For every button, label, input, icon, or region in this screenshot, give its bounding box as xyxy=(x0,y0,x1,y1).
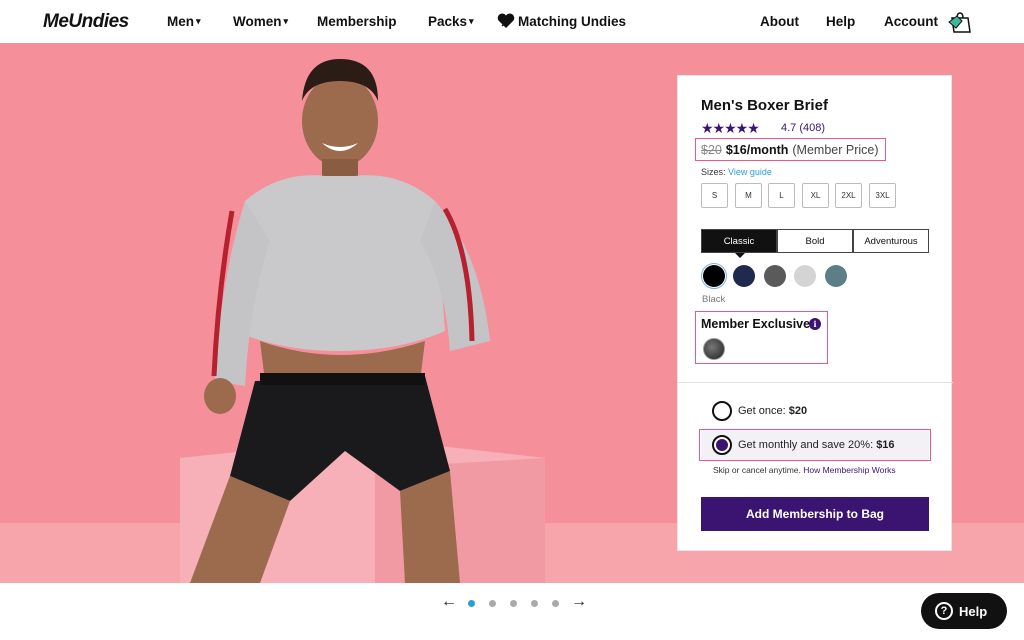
member-exclusive-label: Member Exclusive xyxy=(701,317,811,331)
nav-women[interactable]: Women ▾ xyxy=(233,14,288,29)
tab-bold[interactable]: Bold xyxy=(777,229,853,253)
size-button-l[interactable]: L xyxy=(768,183,795,208)
color-swatch-black[interactable] xyxy=(703,265,725,287)
nav-about[interactable]: About xyxy=(760,14,799,29)
price-note: (Member Price) xyxy=(792,143,879,157)
carousel-dot-1[interactable] xyxy=(468,600,475,607)
how-membership-works-link[interactable]: How Membership Works xyxy=(803,465,895,475)
arrow-left-icon[interactable]: ← xyxy=(441,593,457,611)
nav-membership[interactable]: Membership xyxy=(317,14,397,29)
color-swatch-exclusive[interactable] xyxy=(703,338,725,360)
color-swatch-light-gray[interactable] xyxy=(794,265,816,287)
skip-note: Skip or cancel anytime. How Membership W… xyxy=(713,465,896,475)
size-button-3xl[interactable]: 3XL xyxy=(869,183,896,208)
color-swatch-navy[interactable] xyxy=(733,265,755,287)
divider xyxy=(678,382,953,383)
tab-classic[interactable]: Classic xyxy=(701,229,777,253)
heart-icon xyxy=(497,13,515,28)
color-swatch-teal[interactable] xyxy=(825,265,847,287)
top-nav: MeUndies Men ▾ Women ▾ Membership Packs ▾ M… xyxy=(0,0,1024,43)
selected-color-name: Black xyxy=(702,294,726,305)
nav-help[interactable]: Help xyxy=(826,14,855,29)
price: $20 $16/month (Member Price) xyxy=(701,143,879,157)
nav-packs[interactable]: Packs ▾ xyxy=(428,14,474,29)
question-icon: ? xyxy=(935,602,953,620)
rating-summary[interactable]: 4.7 (408) xyxy=(781,122,825,134)
arrow-right-icon[interactable]: → xyxy=(571,593,587,611)
radio-get-monthly[interactable] xyxy=(712,435,732,455)
rating-stars: ★★★★★ xyxy=(701,120,760,136)
radio-get-once[interactable] xyxy=(712,401,732,421)
member-price: $16/month xyxy=(725,143,789,157)
size-button-s[interactable]: S xyxy=(701,183,728,208)
old-price: $20 xyxy=(701,143,722,157)
carousel-dot-2[interactable] xyxy=(489,600,496,607)
style-tabs: Classic Bold Adventurous xyxy=(701,229,929,253)
model-photo xyxy=(190,59,490,583)
option-get-monthly[interactable]: Get monthly and save 20%: $16 xyxy=(738,439,895,451)
tab-pointer xyxy=(735,253,745,258)
tab-adventurous[interactable]: Adventurous xyxy=(853,229,929,253)
size-guide-link[interactable]: View guide xyxy=(728,167,772,177)
nav-matching-undies[interactable]: Matching Undies xyxy=(496,11,626,31)
help-chat-button[interactable]: ? Help xyxy=(921,593,1007,629)
color-swatch-charcoal[interactable] xyxy=(764,265,786,287)
option-get-once[interactable]: Get once: $20 xyxy=(738,405,807,417)
size-button-2xl[interactable]: 2XL xyxy=(835,183,862,208)
shopping-bag-icon[interactable] xyxy=(948,10,974,34)
info-icon[interactable]: i xyxy=(809,318,821,330)
product-card: Men's Boxer Brief ★★★★★ 4.7 (408) $20 $16… xyxy=(677,75,953,551)
carousel-bar xyxy=(0,583,1024,640)
carousel-dot-5[interactable] xyxy=(552,600,559,607)
chevron-down-icon: ▾ xyxy=(469,16,474,26)
sizes-label: Sizes: View guide xyxy=(701,167,772,177)
size-button-xl[interactable]: XL xyxy=(802,183,829,208)
carousel-dot-4[interactable] xyxy=(531,600,538,607)
add-membership-to-bag-button[interactable]: Add Membership to Bag xyxy=(701,497,929,531)
chevron-down-icon: ▾ xyxy=(196,16,201,26)
nav-men[interactable]: Men ▾ xyxy=(167,14,201,29)
logo[interactable]: MeUndies xyxy=(43,11,129,33)
nav-account[interactable]: Account xyxy=(884,14,938,29)
carousel-dot-3[interactable] xyxy=(510,600,517,607)
product-title: Men's Boxer Brief xyxy=(701,97,828,114)
chevron-down-icon: ▾ xyxy=(283,16,289,26)
size-button-m[interactable]: M xyxy=(735,183,762,208)
